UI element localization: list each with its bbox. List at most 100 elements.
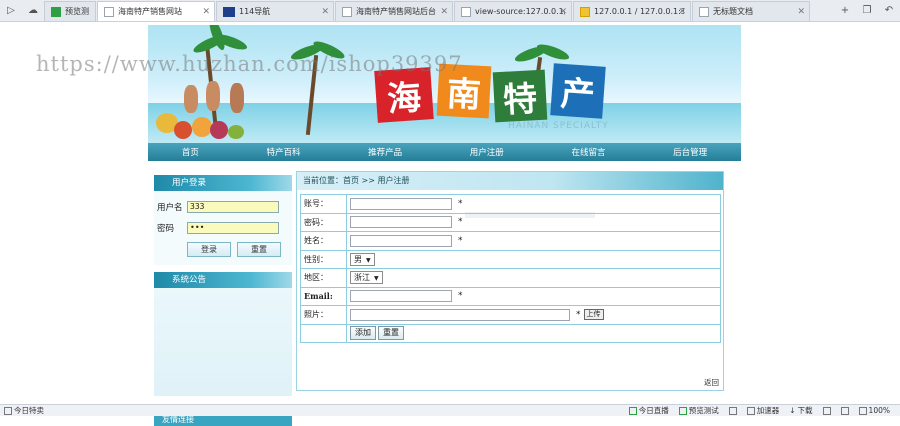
- status-label: 预览测试: [688, 406, 719, 415]
- close-icon[interactable]: ✕: [559, 7, 567, 17]
- required-mark: *: [576, 309, 581, 320]
- close-icon[interactable]: ✕: [440, 7, 448, 17]
- close-icon[interactable]: ✕: [797, 7, 805, 17]
- status-live[interactable]: 今日直播: [628, 405, 669, 416]
- site-banner: 海 南 特 产 HAINAN SPECIALTY: [148, 25, 741, 143]
- logo-char-block: 特: [492, 69, 548, 123]
- close-icon[interactable]: ✕: [678, 7, 686, 17]
- nav-item-message[interactable]: 在线留言: [561, 146, 615, 158]
- gender-label: 性别：: [300, 249, 347, 269]
- nav-item-recommended[interactable]: 推荐产品: [358, 146, 412, 158]
- browser-status-bar: 今日特卖 今日直播 预览测试 加速器 ↓ 下载 100%: [0, 404, 900, 416]
- browser-tab-2[interactable]: 114导航 ✕: [216, 1, 334, 21]
- logo-char-block: 产: [550, 63, 606, 119]
- password-field[interactable]: [350, 216, 452, 229]
- tab-list-icon[interactable]: ❐: [856, 0, 878, 21]
- name-input[interactable]: [350, 234, 452, 247]
- new-tab-icon[interactable]: +: [834, 0, 856, 21]
- chevron-down-icon: ▼: [374, 275, 379, 283]
- zoom-icon: [858, 406, 867, 415]
- region-cell: 浙江 ▼: [346, 268, 721, 288]
- required-mark: *: [458, 198, 463, 209]
- close-icon[interactable]: ✕: [202, 7, 210, 17]
- preview-icon: [678, 406, 687, 415]
- required-mark: *: [458, 217, 463, 228]
- username-input[interactable]: 333: [187, 201, 279, 213]
- tab-title: 127.0.0.1 / 127.0.0.1:3: [594, 7, 684, 16]
- form-row-region: 地区： 浙江 ▼: [300, 268, 721, 288]
- browser-tab-6[interactable]: 无标题文档 ✕: [692, 1, 810, 21]
- browser-tab-4[interactable]: view-source:127.0.0.1/ ✕: [454, 1, 572, 21]
- back-link[interactable]: 返回: [704, 377, 719, 388]
- password-label: 密码: [157, 224, 175, 234]
- gender-value: 男: [354, 254, 362, 264]
- status-preview[interactable]: 预览测试: [678, 405, 719, 416]
- photo-label: 照片：: [300, 305, 347, 325]
- login-panel-header: 用户登录: [154, 175, 292, 191]
- restore-icon[interactable]: ↶: [878, 0, 900, 21]
- person-image: [184, 85, 198, 113]
- register-panel: 当前位置：首页 >> 用户注册 账号： * 密码： * 姓名： * 性别： 男 ▼: [296, 171, 724, 391]
- browser-tab-0[interactable]: 预览测试: [44, 1, 96, 21]
- nav-item-home[interactable]: 首页: [172, 146, 209, 158]
- nav-item-register[interactable]: 用户注册: [460, 146, 514, 158]
- breadcrumb-separator: >>: [361, 176, 375, 185]
- person-image: [206, 81, 220, 111]
- nav-item-encyclopedia[interactable]: 特产百科: [256, 146, 310, 158]
- breadcrumb: 当前位置：首页 >> 用户注册: [297, 172, 723, 190]
- form-row-actions: 添加 重置: [300, 323, 721, 343]
- region-value: 浙江: [354, 273, 370, 283]
- upload-button[interactable]: 上传: [583, 309, 604, 321]
- photo-cell: * 上传: [346, 305, 721, 325]
- page-icon: [699, 6, 709, 17]
- status-label: 今日直播: [638, 406, 669, 415]
- tab-title: 无标题文档: [713, 7, 753, 16]
- email-cell: *: [346, 286, 721, 306]
- password-input[interactable]: •••: [187, 222, 279, 234]
- login-reset-button[interactable]: 重置: [237, 242, 281, 257]
- gender-select[interactable]: 男 ▼: [350, 252, 375, 266]
- password-cell: *: [346, 212, 721, 232]
- account-input[interactable]: [350, 197, 452, 210]
- page-icon: [461, 6, 471, 17]
- photo-input[interactable]: [350, 308, 570, 321]
- close-icon[interactable]: ✕: [321, 7, 329, 17]
- browser-tab-5[interactable]: 127.0.0.1 / 127.0.0.1:3 ✕: [573, 1, 691, 21]
- status-zoom[interactable]: 100%: [858, 406, 890, 415]
- tab-title: view-source:127.0.0.1/: [475, 7, 565, 16]
- email-input[interactable]: [350, 290, 452, 303]
- status-accelerator[interactable]: 加速器: [746, 405, 779, 416]
- sale-icon: [4, 406, 12, 415]
- status-left-label: 今日特卖: [14, 406, 44, 415]
- status-settings[interactable]: [822, 406, 831, 415]
- add-button[interactable]: 添加: [350, 326, 376, 341]
- site-114-icon: [223, 6, 235, 17]
- browser-tab-1[interactable]: 海南特产销售网站 ✕: [97, 1, 215, 21]
- form-row-photo: 照片： * 上传: [300, 305, 721, 325]
- browser-tab-3[interactable]: 海南特产销售网站后台 ✕: [335, 1, 453, 21]
- browser-tab-bar: ▷ ☁ 预览测试 海南特产销售网站 ✕ 114导航 ✕ 海南特产销售网站后台 ✕…: [0, 0, 900, 22]
- form-reset-button[interactable]: 重置: [378, 326, 404, 341]
- email-label: Email:: [300, 286, 347, 306]
- status-today-sale[interactable]: 今日特卖: [4, 405, 44, 416]
- fruit-image: [210, 121, 228, 139]
- password-field-label: 密码：: [300, 212, 347, 232]
- main-nav: 首页 特产百科 推荐产品 用户注册 在线留言 后台管理: [148, 143, 741, 161]
- status-label: 下载: [797, 406, 813, 415]
- chevron-down-icon: ▼: [366, 256, 371, 264]
- name-label: 姓名：: [300, 231, 347, 251]
- person-image: [230, 83, 244, 113]
- status-screenshot[interactable]: [728, 406, 737, 415]
- logo-subtitle: HAINAN SPECIALTY: [508, 121, 609, 131]
- fruit-image: [174, 121, 192, 139]
- sidebar-toggle-icon[interactable]: ▷: [0, 0, 22, 21]
- accelerator-icon: [746, 406, 755, 415]
- cloud-icon[interactable]: ☁: [22, 0, 44, 21]
- nav-item-admin[interactable]: 后台管理: [663, 146, 717, 158]
- live-icon: [628, 406, 637, 415]
- status-sound[interactable]: [840, 406, 849, 415]
- login-button[interactable]: 登录: [187, 242, 231, 257]
- status-download[interactable]: ↓ 下载: [789, 405, 812, 416]
- breadcrumb-home[interactable]: 首页: [343, 176, 359, 185]
- region-select[interactable]: 浙江 ▼: [350, 271, 383, 285]
